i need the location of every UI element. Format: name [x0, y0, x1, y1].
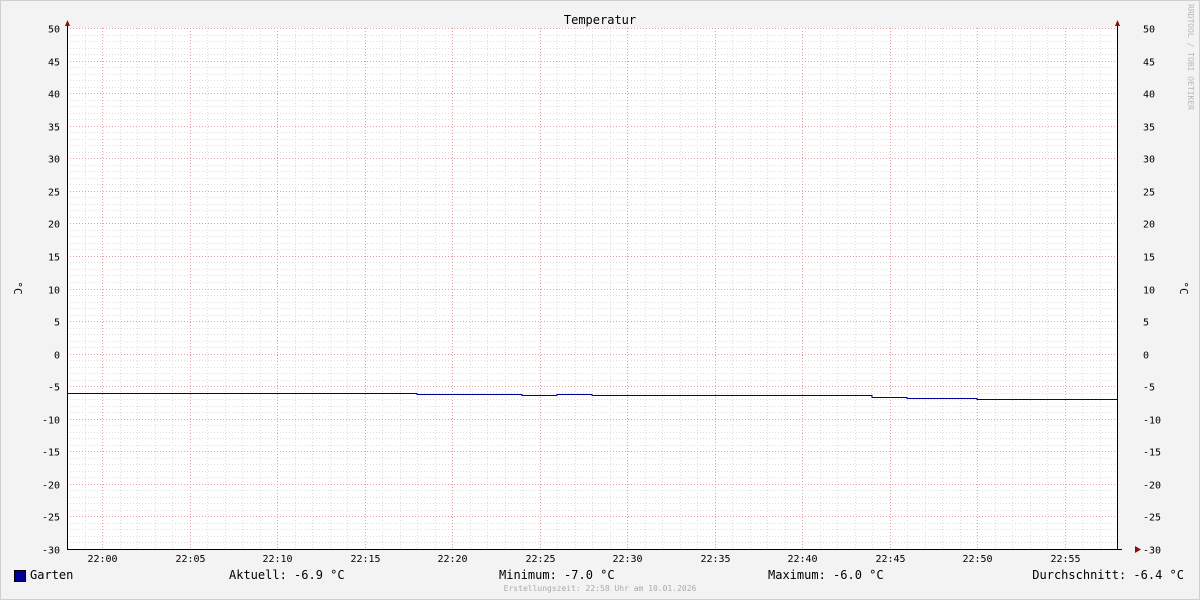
y-tick-label-right: 35: [1143, 123, 1155, 134]
y-tick-label-right: 30: [1143, 155, 1155, 166]
y-tick-label-left: 35: [48, 123, 60, 134]
y-tick-label-left: 40: [48, 90, 60, 101]
y-tick-label-right: -10: [1143, 416, 1161, 427]
y-tick-label-left: -5: [48, 383, 60, 394]
legend-bar: Garten Aktuell: -6.9 °C Minimum: -7.0 °C…: [0, 566, 1200, 584]
legend-maximum: Maximum: -6.0 °C: [768, 568, 884, 582]
x-tick-label: 22:40: [787, 554, 817, 565]
legend-average: Durchschnitt: -6.4 °C: [1032, 568, 1184, 582]
y-tick-label-left: 15: [48, 253, 60, 264]
y-tick-label-right: 15: [1143, 253, 1155, 264]
y-axis-right-arrow: [1115, 20, 1120, 26]
y-tick-label-left: -30: [42, 546, 60, 557]
rrdtool-watermark: RRDTOOL / TOBI OETIKER: [1186, 4, 1195, 110]
y-tick-label-left: 20: [48, 220, 60, 231]
legend-swatch: [14, 570, 26, 582]
y-tick-label-left: 45: [48, 58, 60, 69]
legend-current: Aktuell: -6.9 °C: [229, 568, 345, 582]
y-tick-label-right: -30: [1143, 546, 1161, 557]
chart-canvas: 50 5045 4540 4035 3530 3025 2520 2015 1510 105 50 0…: [0, 0, 1200, 600]
y-tick-label-right: 25: [1143, 188, 1155, 199]
x-tick-label: 22:15: [350, 554, 380, 565]
x-tick-label: 22:00: [87, 554, 117, 565]
y-tick-label-left: -15: [42, 448, 60, 459]
y-tick-label-right: 45: [1143, 58, 1155, 69]
y-axis-label-left: °C: [11, 281, 24, 294]
y-tick-label-left: -25: [42, 513, 60, 524]
x-tick-label: 22:35: [700, 554, 730, 565]
y-tick-label-left: 50: [48, 25, 60, 36]
y-tick-label-left: 0: [54, 351, 60, 362]
x-tick-label: 22:05: [175, 554, 205, 565]
y-tick-label-right: 10: [1143, 286, 1155, 297]
y-tick-label-right: -20: [1143, 481, 1161, 492]
y-tick-label-left: -10: [42, 416, 60, 427]
temperature-chart: 50 50 45 45 40 40 35 35 30 30 25 25 20 20 15 15 10 10 5 5 0 0…: [0, 0, 1200, 600]
creation-time-note: Erstellungszeit: 22:58 Uhr am 10.01.2026: [503, 584, 697, 593]
x-tick-label: 22:55: [1050, 554, 1080, 565]
chart-title: Temperatur: [564, 13, 636, 27]
x-tick-label: 22:45: [875, 554, 905, 565]
x-axis-arrow: [1135, 546, 1141, 553]
y-axis-label-right: °C: [1177, 281, 1190, 294]
y-tick-label-right: 50: [1143, 25, 1155, 36]
y-tick-label-left: -20: [42, 481, 60, 492]
x-tick-label: 22:10: [262, 554, 292, 565]
y-tick-label-left: 10: [48, 286, 60, 297]
y-axis-left-arrow: [65, 20, 70, 26]
y-tick-label-right: -5: [1143, 383, 1155, 394]
x-tick-label: 22:30: [612, 554, 642, 565]
y-tick-label-right: 20: [1143, 220, 1155, 231]
legend-minimum: Minimum: -7.0 °C: [499, 568, 615, 582]
y-tick-label-right: -25: [1143, 513, 1161, 524]
y-tick-label-right: -15: [1143, 448, 1161, 459]
y-tick-label-left: 25: [48, 188, 60, 199]
y-tick-label-left: 30: [48, 155, 60, 166]
x-tick-label: 22:50: [962, 554, 992, 565]
x-tick-label: 22:25: [525, 554, 555, 565]
x-tick-label: 22:20: [437, 554, 467, 565]
y-tick-label-right: 0: [1143, 351, 1149, 362]
y-tick-label-left: 5: [54, 318, 60, 329]
y-tick-label-right: 5: [1143, 318, 1149, 329]
y-tick-label-right: 40: [1143, 90, 1155, 101]
legend-series-name: Garten: [30, 568, 74, 582]
